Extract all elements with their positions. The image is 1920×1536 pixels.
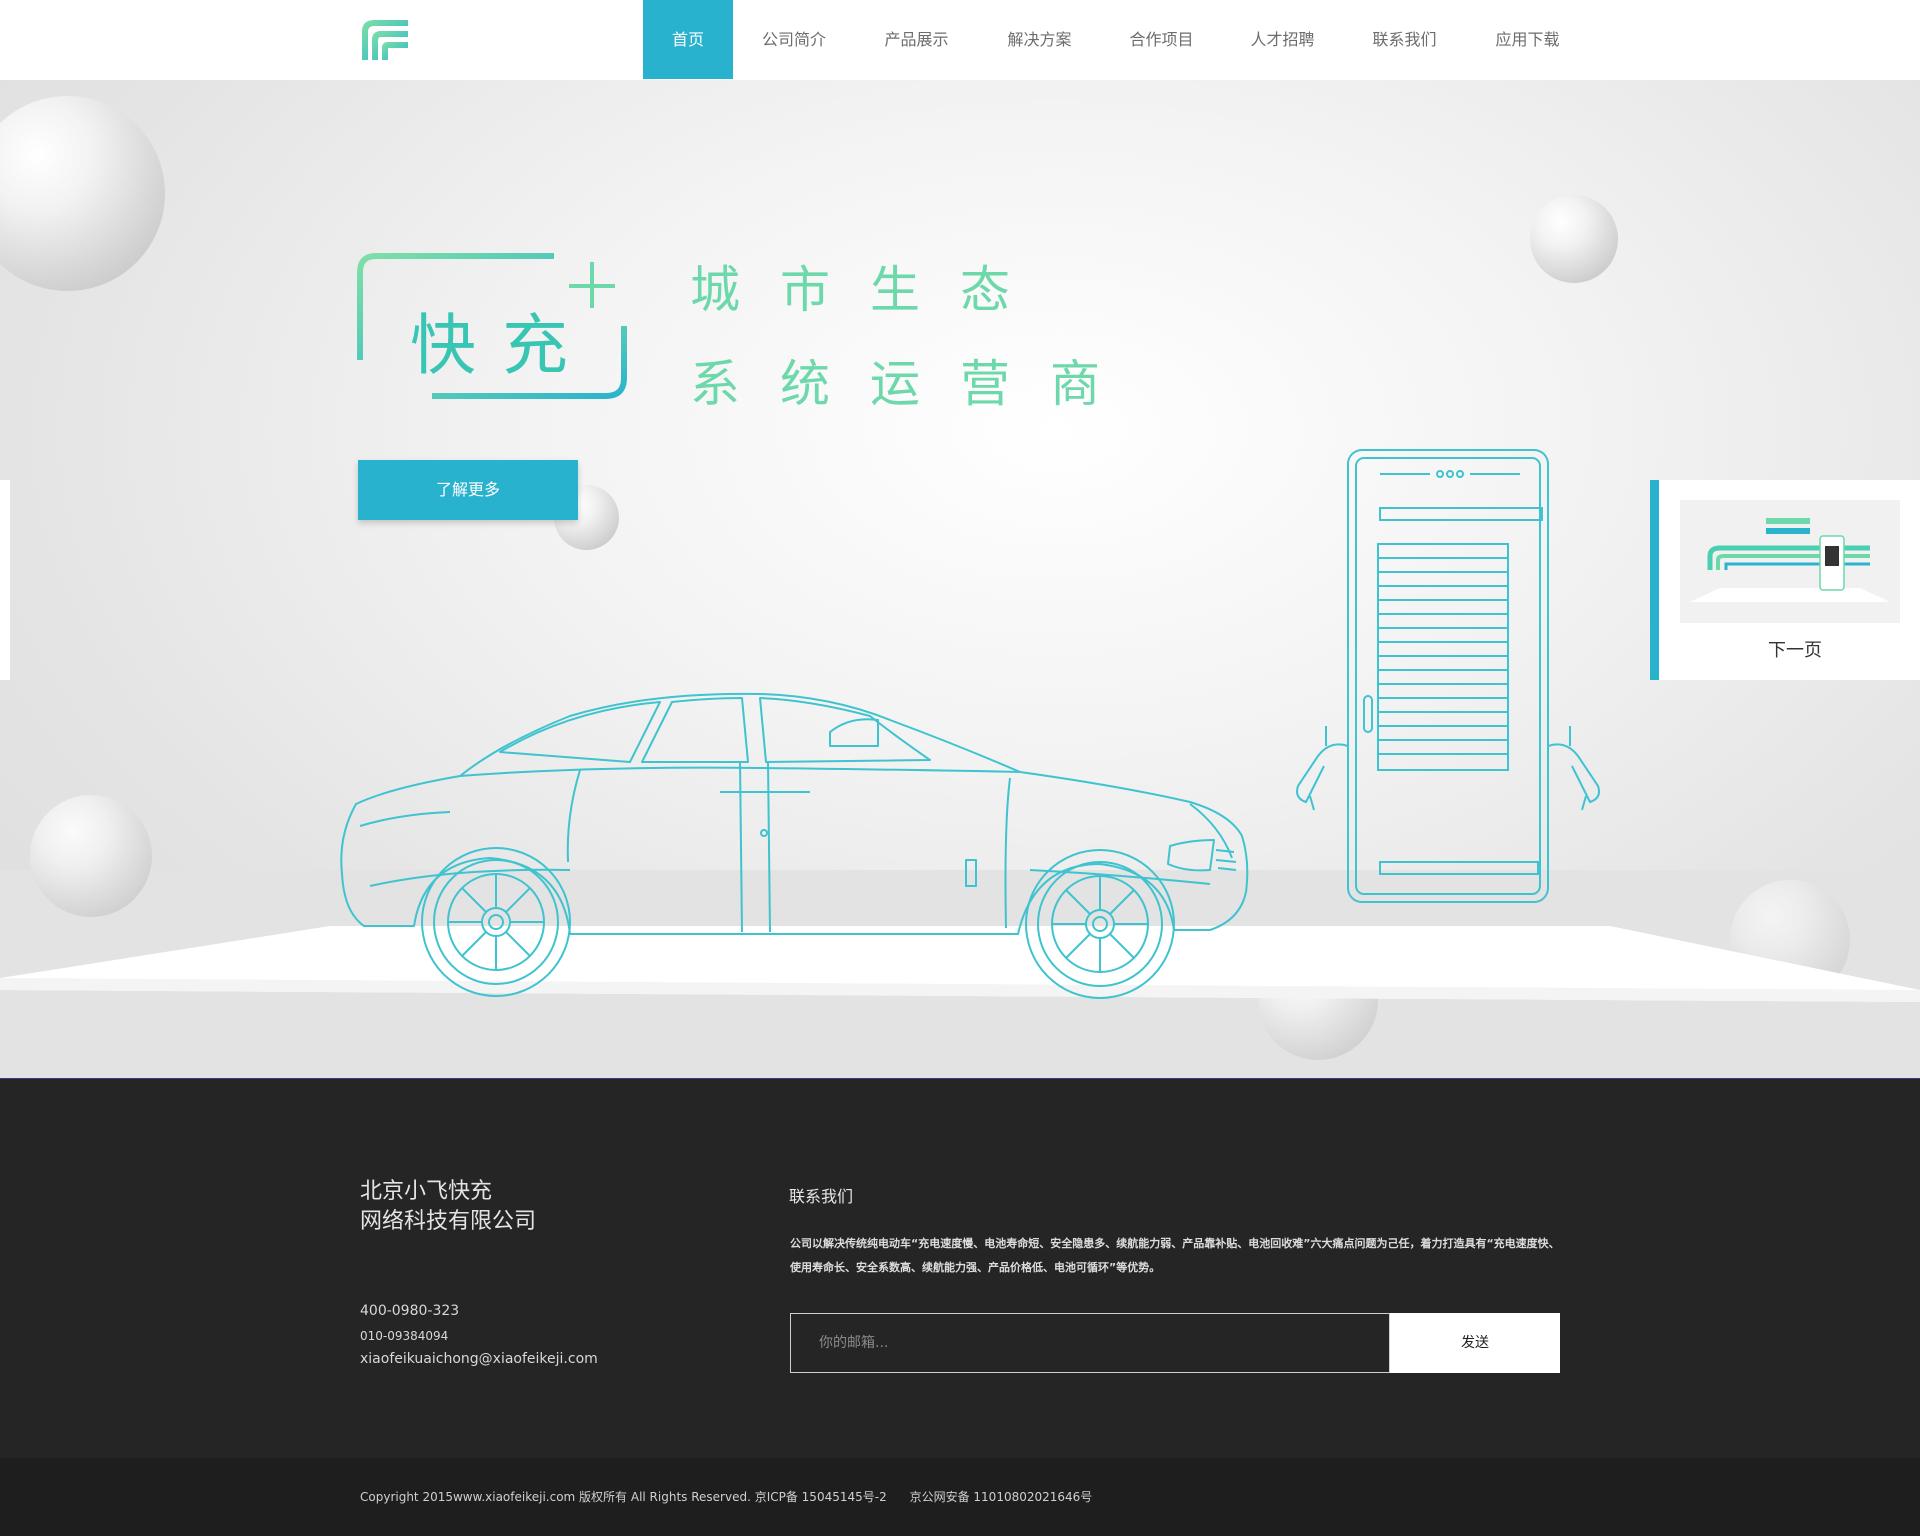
nav-item-careers[interactable]: 人才招聘 xyxy=(1222,0,1343,79)
company-name: 北京小飞快充 网络科技有限公司 xyxy=(360,1177,536,1237)
next-slide-thumbnail[interactable] xyxy=(1680,500,1900,623)
top-header: 首页 公司简介 产品展示 解决方案 合作项目 人才招聘 联系我们 应用下载 xyxy=(0,0,1920,80)
copyright-bar: Copyright 2015www.xiaofeikeji.com 版权所有 A… xyxy=(0,1458,1920,1536)
company-logo[interactable] xyxy=(360,18,410,60)
nav-item-partnerships[interactable]: 合作项目 xyxy=(1101,0,1222,79)
brand-badge-text: 快充 xyxy=(410,307,594,384)
nav-item-solutions[interactable]: 解决方案 xyxy=(978,0,1101,79)
contact-section-title: 联系我们 xyxy=(789,1187,854,1206)
hero-slogan-line1: 城市生态 xyxy=(690,261,1050,319)
hero-slogan-line2: 系统运营商 xyxy=(690,355,1140,413)
car-outline-illustration xyxy=(340,692,1249,999)
charging-station-illustration xyxy=(1296,449,1600,903)
main-nav: 首页 公司简介 产品展示 解决方案 合作项目 人才招聘 联系我们 应用下载 xyxy=(643,0,1589,79)
nav-item-app-download[interactable]: 应用下载 xyxy=(1466,0,1589,79)
next-page-label[interactable]: 下一页 xyxy=(1650,636,1920,662)
phone-hotline: 400-0980-323 xyxy=(360,1303,460,1319)
nav-item-products[interactable]: 产品展示 xyxy=(855,0,978,79)
company-name-line2: 网络科技有限公司 xyxy=(360,1209,537,1234)
contact-email[interactable]: xiaofeikuaichong@xiaofeikeji.com xyxy=(360,1351,598,1367)
company-description: 公司以解决传统纯电动车“充电速度慢、电池寿命短、安全隐患多、续航能力弱、产品靠补… xyxy=(790,1237,1560,1274)
hero-banner: 快充 城市生态 系统运营商 了解更多 下一页 xyxy=(0,80,1920,1079)
previous-slide-tab[interactable] xyxy=(0,480,10,680)
next-slide-panel[interactable]: 下一页 xyxy=(1650,480,1920,680)
nav-item-company-intro[interactable]: 公司简介 xyxy=(733,0,855,79)
decorative-sphere xyxy=(0,96,165,291)
copyright-text: Copyright 2015www.xiaofeikeji.com 版权所有 A… xyxy=(360,1490,1093,1504)
company-name-line1: 北京小飞快充 xyxy=(360,1179,493,1204)
site-footer: 北京小飞快充 网络科技有限公司 400-0980-323 010-0938409… xyxy=(0,1079,1920,1458)
send-button[interactable]: 发送 xyxy=(1390,1313,1560,1373)
learn-more-button[interactable]: 了解更多 xyxy=(358,460,578,520)
nav-item-contact[interactable]: 联系我们 xyxy=(1343,0,1466,79)
newsletter-email-input[interactable] xyxy=(790,1313,1390,1373)
phone-office: 010-09384094 xyxy=(360,1329,449,1343)
decorative-sphere xyxy=(1530,195,1618,283)
nav-item-home[interactable]: 首页 xyxy=(643,0,733,79)
